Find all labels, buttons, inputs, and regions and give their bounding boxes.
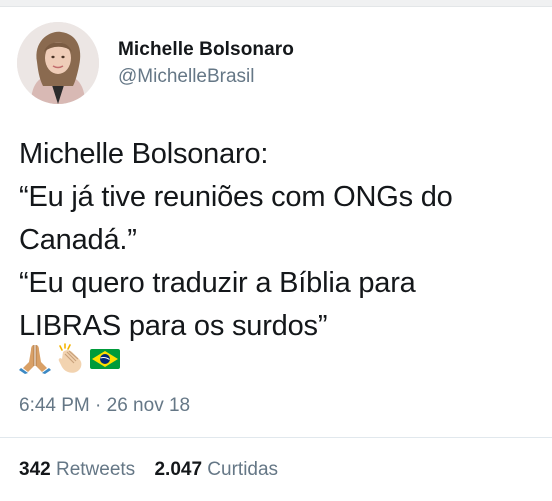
clapping-hands-icon [54, 342, 86, 374]
author-handle[interactable]: @MichelleBrasil [118, 66, 255, 88]
author-name[interactable]: Michelle Bolsonaro [118, 39, 294, 61]
avatar[interactable] [17, 22, 99, 104]
retweets-count: 342 [19, 459, 51, 480]
emoji-row [19, 342, 121, 374]
praying-hands-icon [19, 342, 51, 374]
tweet-line: “Eu já tive reuniões com ONGs do [19, 181, 453, 213]
tweet-timestamp[interactable]: 6:44 PM · 26 nov 18 [19, 395, 190, 417]
top-border [0, 0, 552, 7]
likes-label: Curtidas [207, 459, 279, 480]
tweet-line: Canadá.” [19, 224, 137, 256]
divider [0, 437, 552, 438]
likes-stat[interactable]: 2.047 Curtidas [154, 459, 278, 480]
retweets-stat[interactable]: 342 Retweets [19, 459, 140, 480]
brazil-flag-icon [89, 342, 121, 374]
tweet-stats: 342 Retweets 2.047 Curtidas [19, 459, 292, 481]
avatar-photo-icon [17, 22, 99, 104]
likes-count: 2.047 [154, 459, 203, 480]
retweets-label: Retweets [55, 459, 136, 480]
tweet-text: Michelle Bolsonaro: “Eu já tive reuniões… [19, 133, 539, 348]
tweet-line: Michelle Bolsonaro: [19, 138, 269, 170]
tweet-line: “Eu quero traduzir a Bíblia para [19, 267, 416, 299]
